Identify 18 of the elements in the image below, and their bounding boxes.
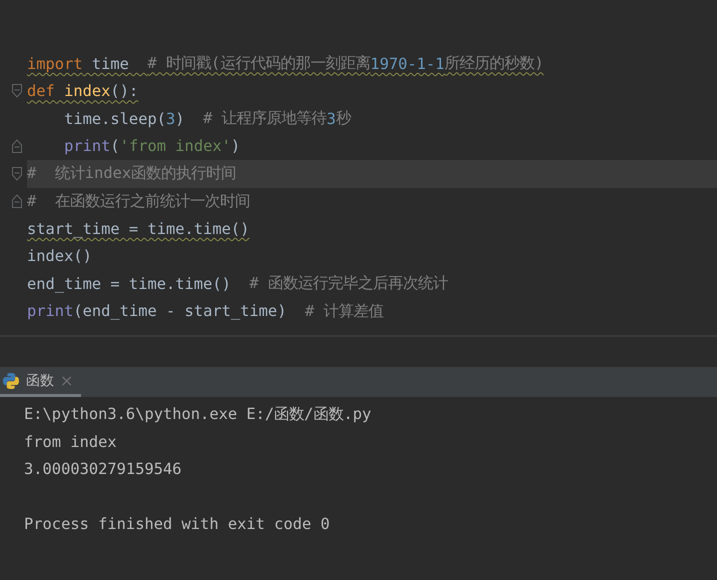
python-icon <box>2 372 20 390</box>
code-line: def index(): <box>27 81 140 102</box>
fold-icon[interactable] <box>12 166 22 181</box>
code-line: print('from index') <box>63 136 242 158</box>
fold-icon[interactable] <box>12 84 22 98</box>
fold-icon[interactable] <box>12 194 22 208</box>
console-line: Process finished with exit code 0 <box>24 514 331 535</box>
code-line: start_time = time.time() <box>27 218 250 240</box>
console-line: E:\python3.6\python.exe E:/函数/函数.py <box>24 404 372 425</box>
console-line: 3.000030279159546 <box>24 459 183 480</box>
console-line: from index <box>24 432 118 452</box>
fold-icon[interactable] <box>12 139 22 154</box>
code-line: index() <box>27 246 93 268</box>
code-line: import time # 时间戳(运行代码的那一刻距离1970-1-1所经历的秒数) <box>27 53 545 75</box>
code-line: end_time = time.time() # 函数运行完毕之后再次统计 <box>27 273 449 295</box>
code-line: print(end_time - start_time) # 计算差值 <box>27 300 385 322</box>
code-line: # 在函数运行之前统计一次时间 <box>27 190 251 212</box>
code-line: time.sleep(3) # 让程序原地等待3秒 <box>63 108 352 130</box>
